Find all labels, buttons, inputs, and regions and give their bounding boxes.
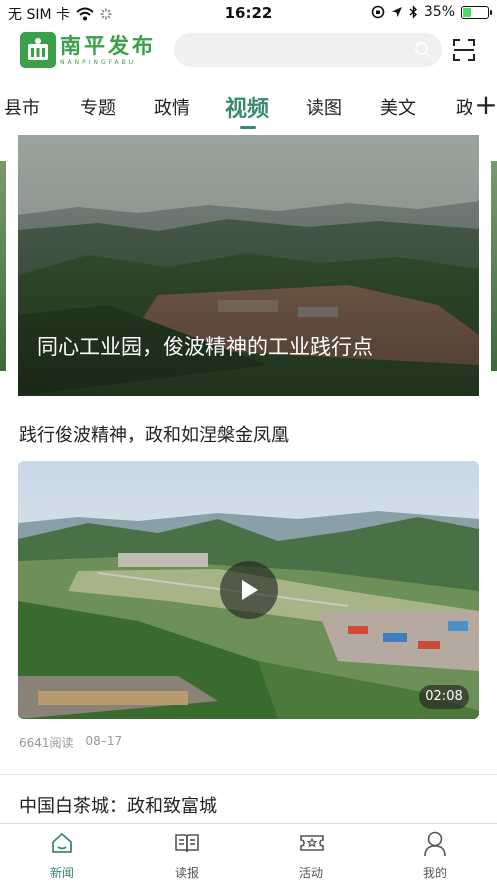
article-meta: 6641阅读 08–17 <box>19 734 122 751</box>
battery-level <box>463 7 472 17</box>
status-right: 35% <box>371 4 492 20</box>
logo-name: 南平发布 <box>60 32 156 58</box>
tab-essays[interactable]: 美文 <box>380 94 416 120</box>
add-tab-icon[interactable]: + <box>472 90 497 120</box>
publish-date: 08–17 <box>85 734 123 748</box>
featured-slide[interactable]: 同心工业园，俊波精神的工业践行点 <box>18 135 479 396</box>
tab-topics[interactable]: 专题 <box>80 94 116 120</box>
ticket-icon <box>300 835 324 851</box>
article-title[interactable]: 践行俊波精神，政和如涅槃金凤凰 <box>19 421 289 447</box>
logo: 南平发布 NANPINGFABU <box>20 32 156 68</box>
nav-newspaper[interactable]: 读报 <box>137 824 237 883</box>
nav-activities[interactable]: 活动 <box>261 824 361 883</box>
tab-photos[interactable]: 读图 <box>306 94 342 120</box>
nav-profile-label: 我的 <box>422 866 447 880</box>
logo-mark-icon <box>20 32 56 68</box>
orientation-lock-icon <box>371 5 385 19</box>
nav-profile[interactable]: 我的 <box>385 824 485 883</box>
nav-news[interactable]: 新闻 <box>12 824 112 883</box>
user-icon <box>424 831 446 857</box>
bottom-nav: 新闻 读报 活动 我的 <box>0 823 497 883</box>
bluetooth-icon <box>409 5 417 19</box>
article-title-2[interactable]: 中国白茶城：政和致富城 <box>19 792 217 818</box>
location-icon <box>391 7 402 17</box>
divider <box>0 774 497 775</box>
app-header: 南平发布 NANPINGFABU <box>0 28 497 74</box>
play-button[interactable] <box>220 561 278 619</box>
nav-news-label: 新闻 <box>49 866 74 880</box>
search-input[interactable] <box>174 33 442 67</box>
category-tabs: 县市 专题 政情 视频 读图 美文 政 + <box>0 86 497 130</box>
search-icon[interactable] <box>414 41 432 59</box>
home-icon <box>52 833 72 853</box>
nav-activities-label: 活动 <box>298 866 323 880</box>
read-count: 6641阅读 <box>19 736 74 750</box>
nav-newspaper-label: 读报 <box>174 866 199 880</box>
tab-counties[interactable]: 县市 <box>4 94 40 120</box>
active-tab-indicator <box>240 126 256 129</box>
video-thumbnail[interactable]: 02:08 <box>18 461 479 719</box>
tab-video[interactable]: 视频 <box>225 91 269 123</box>
battery-percent: 35% <box>423 4 455 20</box>
video-duration: 02:08 <box>419 685 469 709</box>
play-icon <box>242 580 258 600</box>
logo-subtitle: NANPINGFABU <box>60 58 137 66</box>
battery-icon <box>461 5 492 19</box>
status-bar: 无 SIM 卡 16:22 35% <box>0 0 497 26</box>
scan-icon[interactable] <box>452 38 476 62</box>
featured-slide-caption: 同心工业园，俊波精神的工业践行点 <box>37 335 373 359</box>
featured-carousel[interactable]: 同心工业园，俊波精神的工业践行点 <box>0 135 497 396</box>
tab-politics[interactable]: 政情 <box>154 94 190 120</box>
newspaper-icon <box>175 834 199 853</box>
next-slide-peek[interactable] <box>491 161 497 371</box>
previous-slide-peek[interactable] <box>0 161 6 371</box>
